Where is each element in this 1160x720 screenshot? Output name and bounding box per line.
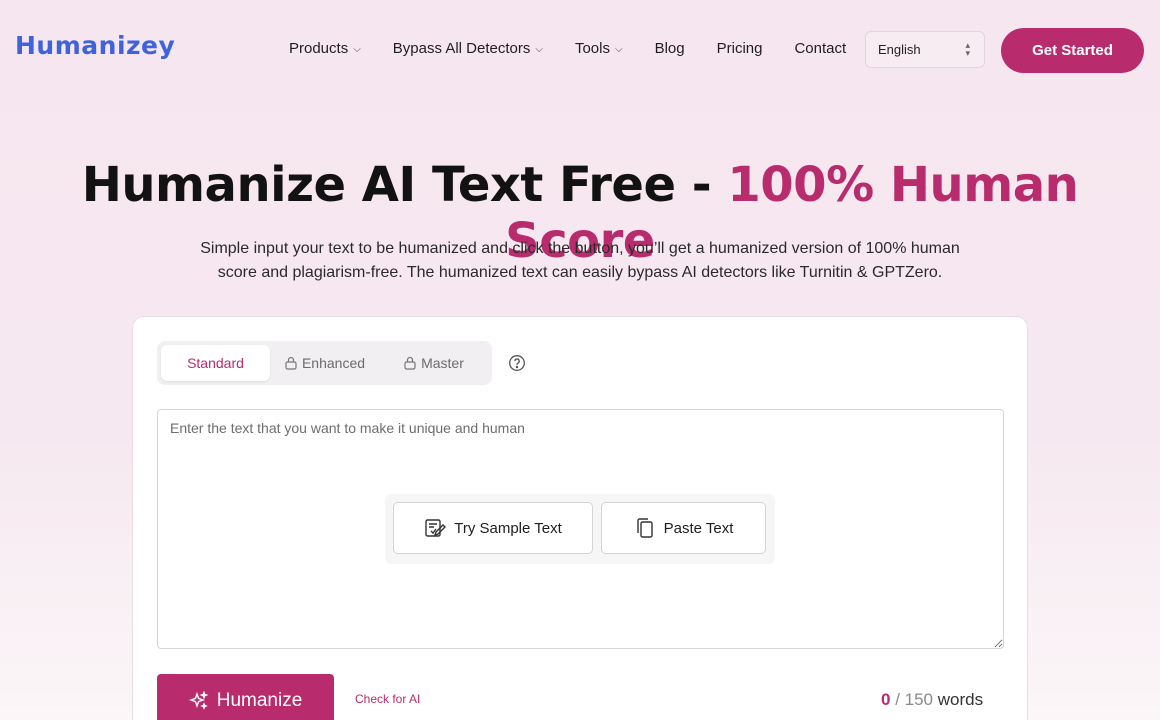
paste-text-label: Paste Text — [663, 519, 734, 537]
chevron-down-icon: ⌵ — [614, 44, 623, 55]
nav-bypass-label: Bypass All Detectors — [392, 40, 531, 57]
words-label: words — [937, 690, 984, 709]
tab-standard-label: Standard — [187, 355, 244, 371]
hero-title-main: Humanize AI Text Free - — [81, 157, 728, 213]
chevron-down-icon: ⌵ — [353, 44, 361, 55]
lock-icon — [404, 356, 416, 370]
tab-master-label: Master — [421, 355, 464, 371]
nav-products[interactable]: Products ⌵ — [289, 40, 361, 57]
nav-blog[interactable]: Blog — [655, 40, 685, 57]
nav-tools-label: Tools — [574, 40, 610, 57]
tab-master[interactable]: Master — [380, 345, 488, 381]
try-sample-text-button[interactable]: Try Sample Text — [393, 502, 593, 554]
sparkle-icon — [188, 691, 209, 710]
word-counter: 0 / 150 words — [881, 690, 983, 710]
get-started-button[interactable]: Get Started — [1001, 28, 1144, 73]
check-for-ai-link[interactable]: Check for AI — [355, 692, 420, 706]
humanize-label: Humanize — [216, 690, 303, 711]
logo[interactable]: Humanizey — [15, 31, 175, 60]
help-icon[interactable] — [508, 354, 526, 372]
nav-pricing[interactable]: Pricing — [717, 40, 763, 57]
word-count-value: 0 — [881, 690, 891, 709]
header: Humanizey Products ⌵ Bypass All Detector… — [0, 0, 1160, 100]
chevron-down-icon: ⌵ — [535, 44, 543, 55]
updown-icon: ▴ ▾ — [965, 40, 970, 58]
nav-contact[interactable]: Contact — [794, 40, 846, 57]
main-nav: Products ⌵ Bypass All Detectors ⌵ Tools … — [289, 40, 846, 57]
humanizer-card: Standard Enhanced Master Enter the text … — [132, 316, 1028, 720]
tab-enhanced-label: Enhanced — [301, 355, 366, 371]
paste-icon — [636, 518, 653, 538]
hero-subtitle: Simple input your text to be humanized a… — [200, 240, 960, 281]
nav-tools[interactable]: Tools ⌵ — [575, 40, 623, 57]
lock-icon — [285, 356, 297, 370]
nav-products-label: Products — [289, 40, 349, 57]
nav-bypass-detectors[interactable]: Bypass All Detectors ⌵ — [393, 40, 543, 57]
language-value: English — [878, 42, 921, 57]
tab-standard[interactable]: Standard — [161, 345, 270, 381]
language-select[interactable]: English ▴ ▾ — [865, 31, 985, 68]
mode-tabs: Standard Enhanced Master — [157, 341, 492, 385]
sample-actions: Try Sample Text Paste Text — [385, 494, 775, 564]
sample-text-icon — [425, 519, 447, 537]
word-limit: / 150 — [895, 690, 934, 709]
tab-enhanced[interactable]: Enhanced — [270, 345, 380, 381]
try-sample-text-label: Try Sample Text — [454, 519, 562, 537]
humanize-button[interactable]: Humanize — [157, 674, 334, 720]
paste-text-button[interactable]: Paste Text — [601, 502, 766, 554]
